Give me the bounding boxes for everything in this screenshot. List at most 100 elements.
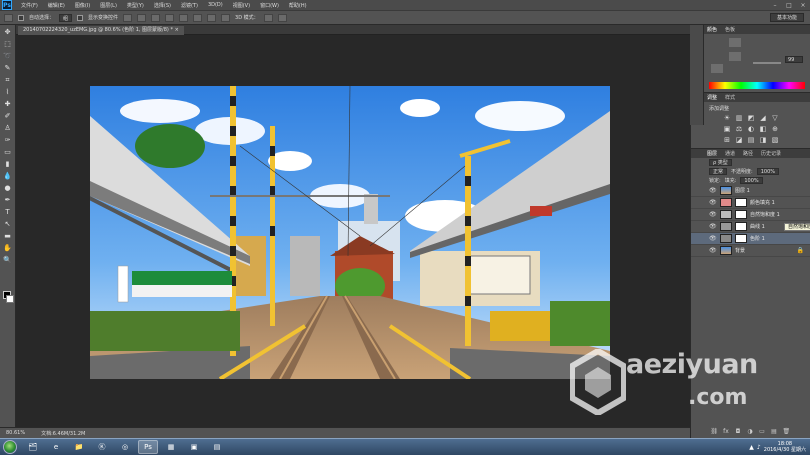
layer-style-icon[interactable]: fx (723, 429, 730, 435)
black-white-icon[interactable]: ◐ (747, 125, 755, 133)
vibrance-icon[interactable]: ▽ (771, 114, 779, 122)
menu-file[interactable]: 文件(F) (16, 2, 43, 9)
tab-styles[interactable]: 样式 (725, 94, 735, 101)
color-spectrum-bar[interactable] (709, 82, 805, 89)
layer-filter-dropdown[interactable]: ρ 类型 (709, 159, 732, 166)
channel-mixer-icon[interactable]: ⊕ (771, 125, 779, 133)
document-image[interactable] (90, 86, 610, 379)
tab-history[interactable]: 历史记录 (761, 150, 781, 157)
taskbar-media-icon[interactable]: ▦ (161, 440, 181, 454)
move-tool-icon[interactable]: ✥ (3, 28, 13, 37)
levels-icon[interactable]: ▥ (735, 114, 743, 122)
align-middle-icon[interactable] (137, 13, 147, 22)
maximize-icon[interactable]: □ (782, 2, 796, 9)
tab-color[interactable]: 颜色 (707, 26, 717, 33)
hue-saturation-icon[interactable]: ▣ (723, 125, 731, 133)
shape-tool-icon[interactable]: ▬ (3, 232, 13, 241)
move-tool-icon[interactable] (4, 13, 13, 22)
taskbar-app-icon[interactable]: ▣ (184, 440, 204, 454)
taskbar-notes-icon[interactable]: ▤ (207, 440, 227, 454)
history-brush-tool-icon[interactable]: ✑ (3, 136, 13, 145)
path-select-tool-icon[interactable]: ↖ (3, 220, 13, 229)
system-clock[interactable]: 18:08 2016/4/30 星期六 (764, 441, 806, 453)
add-mask-icon[interactable]: ◘ (735, 429, 742, 435)
zoom-tool-icon[interactable]: 🔍 (3, 256, 13, 265)
visibility-eye-icon[interactable]: 👁 (709, 247, 717, 254)
eraser-tool-icon[interactable]: ▭ (3, 148, 13, 157)
curves-icon[interactable]: ◩ (747, 114, 755, 122)
healing-tool-icon[interactable]: ✚ (3, 100, 13, 109)
tray-volume-icon[interactable]: ♪ (757, 444, 761, 451)
menu-type[interactable]: 类型(Y) (122, 2, 149, 9)
layer-row[interactable]: 👁 图层 1 (691, 185, 810, 197)
menu-view[interactable]: 视图(V) (228, 2, 255, 9)
background-color-swatch[interactable] (6, 295, 14, 303)
tab-adjustments[interactable]: 调整 (707, 94, 717, 101)
tab-swatches[interactable]: 色板 (725, 26, 735, 33)
menu-select[interactable]: 选择(S) (149, 2, 176, 9)
eyedropper-tool-icon[interactable]: ⌇ (3, 88, 13, 97)
menu-image[interactable]: 图像(I) (70, 2, 95, 9)
color-slider-value[interactable]: 99 (785, 56, 803, 63)
pen-tool-icon[interactable]: ✒ (3, 196, 13, 205)
blend-mode-dropdown[interactable]: 正常 (709, 168, 728, 175)
workspace-selector[interactable]: 基本功能 (769, 13, 804, 22)
layer-row[interactable]: 👁 自然饱和度 1 (691, 209, 810, 221)
new-group-icon[interactable]: ▭ (759, 429, 766, 435)
close-icon[interactable]: × (796, 2, 810, 9)
threshold-icon[interactable]: ◨ (759, 136, 767, 144)
posterize-icon[interactable]: ▤ (747, 136, 755, 144)
dodge-tool-icon[interactable]: ● (3, 184, 13, 193)
hand-tool-icon[interactable]: ✋ (3, 244, 13, 253)
gradient-map-icon[interactable]: ▧ (771, 136, 779, 144)
link-layers-icon[interactable]: ⛓ (711, 429, 719, 435)
taskbar-folder-icon[interactable]: 📁 (69, 440, 89, 454)
new-layer-icon[interactable]: ▤ (771, 429, 778, 435)
brush-tool-icon[interactable]: ✐ (3, 112, 13, 121)
distribute-2-icon[interactable] (221, 13, 231, 22)
align-center-icon[interactable] (179, 13, 189, 22)
taskbar-browser-icon[interactable]: ◎ (115, 440, 135, 454)
zoom-level[interactable]: 80.61% (6, 430, 25, 436)
visibility-eye-icon[interactable]: 👁 (709, 211, 717, 218)
visibility-eye-icon[interactable]: 👁 (709, 235, 717, 242)
fill-input[interactable]: 100% (740, 177, 763, 184)
visibility-eye-icon[interactable]: 👁 (709, 223, 717, 230)
layer-row[interactable]: 👁 颜色填充 1 (691, 197, 810, 209)
visibility-eye-icon[interactable]: 👁 (709, 199, 717, 206)
align-bottom-icon[interactable] (151, 13, 161, 22)
exposure-icon[interactable]: ◢ (759, 114, 767, 122)
tab-channels[interactable]: 通道 (725, 150, 735, 157)
photo-filter-icon[interactable]: ◧ (759, 125, 767, 133)
gradient-tool-icon[interactable]: ▮ (3, 160, 13, 169)
show-transform-checkbox[interactable] (77, 14, 84, 21)
layer-row[interactable]: 👁 背景 🔒 (691, 245, 810, 257)
auto-select-checkbox[interactable] (18, 14, 24, 21)
stamp-tool-icon[interactable]: ♙ (3, 124, 13, 133)
layer-row-selected[interactable]: 👁 色阶 1 (691, 233, 810, 245)
taskbar-k-icon[interactable]: Ⓚ (92, 440, 112, 454)
visibility-eye-icon[interactable]: 👁 (709, 187, 717, 194)
tab-paths[interactable]: 路径 (743, 150, 753, 157)
taskbar-explorer-icon[interactable]: 🗂 (23, 440, 43, 454)
start-button-icon[interactable] (3, 440, 17, 454)
menu-help[interactable]: 帮助(H) (284, 2, 312, 9)
taskbar-photoshop-icon[interactable]: Ps (138, 440, 158, 454)
tab-layers[interactable]: 图层 (707, 150, 717, 157)
close-tab-icon[interactable]: × (175, 27, 179, 33)
lasso-tool-icon[interactable]: ➰ (3, 52, 13, 61)
menu-window[interactable]: 窗口(W) (255, 2, 284, 9)
color-lookup-icon[interactable]: ⊞ (723, 136, 731, 144)
align-left-icon[interactable] (165, 13, 175, 22)
quick-select-tool-icon[interactable]: ✎ (3, 64, 13, 73)
color-balance-icon[interactable]: ⚖ (735, 125, 743, 133)
invert-icon[interactable]: ◪ (735, 136, 743, 144)
menu-layer[interactable]: 图层(L) (95, 2, 122, 9)
auto-select-dropdown[interactable]: 组 (59, 13, 73, 22)
menu-edit[interactable]: 编辑(E) (43, 2, 70, 9)
taskbar-ie-icon[interactable]: e (46, 440, 66, 454)
document-tab[interactable]: 20140702224320_uzEMG.jpg @ 80.6% (色阶 1, … (18, 26, 184, 35)
color-slider[interactable] (753, 62, 781, 64)
new-adjustment-icon[interactable]: ◑ (747, 429, 754, 435)
opacity-input[interactable]: 100% (756, 168, 779, 175)
